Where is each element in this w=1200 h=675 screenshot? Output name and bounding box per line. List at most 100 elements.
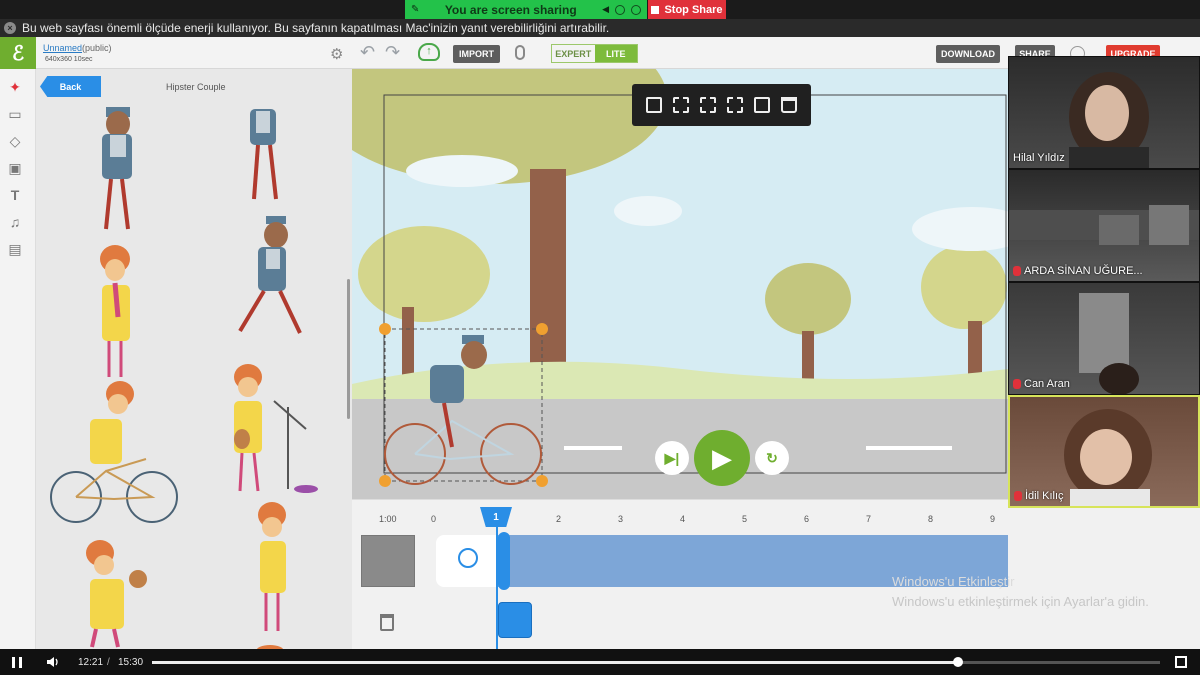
video-icon[interactable]: ▭ xyxy=(6,106,24,122)
tick-label: 0 xyxy=(431,514,437,524)
delete-scene-icon[interactable] xyxy=(380,614,394,631)
volume-icon[interactable] xyxy=(46,655,60,669)
tick-label: 8 xyxy=(928,514,934,524)
stop-share-label: Stop Share xyxy=(664,3,723,16)
participant-name: ARDA SİNAN UĞURE... xyxy=(1024,265,1143,277)
windows-activate-subtitle: Windows'u etkinleştirmek için Ayarlar'a … xyxy=(892,594,1149,609)
object-toolbar xyxy=(632,84,811,126)
music-icon[interactable]: ♫ xyxy=(6,214,24,230)
progress-bar[interactable] xyxy=(152,657,1160,667)
stop-share-button[interactable]: Stop Share xyxy=(648,0,726,19)
playhead-line xyxy=(496,524,498,650)
audio-icon[interactable]: ◀ xyxy=(602,4,609,15)
select-icon[interactable] xyxy=(699,97,716,113)
microphone-icon[interactable] xyxy=(515,45,525,60)
play-scene-icon[interactable]: ▶| xyxy=(655,441,689,475)
tick-label: 9 xyxy=(990,514,996,524)
close-warning-icon[interactable]: × xyxy=(4,22,16,34)
participant-tile[interactable]: ARDA SİNAN UĞURE... xyxy=(1008,169,1200,282)
time-separator: / xyxy=(107,657,110,668)
archive-icon[interactable]: ▤ xyxy=(6,241,24,257)
screen-sharing-indicator[interactable]: ✎ You are screen sharing ◀ xyxy=(405,0,647,19)
project-meta: 640x360 10sec xyxy=(45,56,93,63)
mode-toggle[interactable]: EXPERT LITE xyxy=(551,44,638,63)
fullscreen-icon[interactable] xyxy=(1175,656,1187,668)
tick-label: 6 xyxy=(804,514,810,524)
playback-controls: ▶| ▶ ↻ xyxy=(655,430,789,486)
mode-lite-button[interactable]: LITE xyxy=(594,45,637,62)
transition-zoom-icon[interactable] xyxy=(458,548,478,568)
muted-mic-icon xyxy=(1014,491,1022,501)
participant-name: Hilal Yıldız xyxy=(1013,152,1065,164)
character-thumb-4[interactable] xyxy=(238,216,302,334)
pause-icon[interactable] xyxy=(12,657,22,668)
character-thumb-7[interactable] xyxy=(86,540,147,648)
image-icon[interactable]: ▣ xyxy=(6,160,24,176)
participant-name-row: Can Aran xyxy=(1013,378,1070,390)
text-icon[interactable]: T xyxy=(6,187,24,203)
characters-icon[interactable]: ✦ xyxy=(6,79,24,95)
share-icon: ✎ xyxy=(411,4,420,15)
track-start-handle[interactable] xyxy=(498,532,510,590)
character-thumb-1[interactable] xyxy=(102,107,132,230)
replay-icon[interactable]: ↻ xyxy=(755,441,789,475)
mode-expert-button[interactable]: EXPERT xyxy=(552,45,595,62)
progress-fill xyxy=(152,661,959,664)
flip-icon[interactable] xyxy=(754,97,771,113)
scene-duration-label: 1:00 xyxy=(379,514,397,524)
browser-energy-warning: × Bu web sayfası önemli ölçüde enerji ku… xyxy=(0,19,1200,37)
participant-name-row: İdil Kılıç xyxy=(1014,490,1064,502)
character-thumb-2[interactable] xyxy=(250,109,278,200)
participant-name: İdil Kılıç xyxy=(1025,490,1064,502)
character-thumbnails xyxy=(50,107,318,649)
redo-icon[interactable]: ↷ xyxy=(385,42,400,63)
progress-knob[interactable] xyxy=(953,657,964,667)
character-thumb-3[interactable] xyxy=(100,245,130,377)
screen: ✎ You are screen sharing ◀ Stop Share × … xyxy=(0,0,1200,675)
library-scrollbar[interactable] xyxy=(347,279,350,419)
play-icon[interactable]: ▶ xyxy=(694,430,750,486)
participant-name-row: ARDA SİNAN UĞURE... xyxy=(1013,265,1143,277)
muted-mic-icon xyxy=(1013,266,1021,276)
duplicate-icon[interactable] xyxy=(672,97,689,113)
download-button[interactable]: DOWNLOAD xyxy=(936,45,1000,63)
character-thumb-8[interactable] xyxy=(256,502,286,649)
project-visibility: (public) xyxy=(82,43,112,53)
tick-label: 5 xyxy=(742,514,748,524)
import-button[interactable]: IMPORT xyxy=(453,45,500,63)
participant-tile[interactable]: Can Aran xyxy=(1008,282,1200,395)
tick-label: 3 xyxy=(618,514,624,524)
recording-player-bar: 12:21 / 15:30 xyxy=(0,649,1200,675)
right-timeline-area xyxy=(1008,508,1200,649)
security-icon[interactable] xyxy=(631,4,641,15)
tick-label: 4 xyxy=(680,514,686,524)
warning-text: Bu web sayfası önemli ölçüde enerji kull… xyxy=(22,21,610,35)
video-participants: Hilal Yıldız ARDA SİNAN UĞURE... Can Ara… xyxy=(1008,56,1200,508)
tick-label: 7 xyxy=(866,514,872,524)
current-time: 12:21 xyxy=(78,657,104,668)
participant-tile-active-speaker[interactable]: İdil Kılıç xyxy=(1008,395,1200,508)
pause-share-icon[interactable] xyxy=(615,4,625,15)
muted-mic-icon xyxy=(1013,379,1021,389)
project-name-link[interactable]: Unnamed xyxy=(43,43,82,53)
left-tool-rail: ✦ ▭ ◇ ▣ T ♫ ▤ xyxy=(0,69,36,649)
props-icon[interactable]: ◇ xyxy=(6,133,24,149)
upload-cloud-icon[interactable]: ↑ xyxy=(418,43,440,61)
windows-activate-title: Windows'u Etkinleştir xyxy=(892,574,1015,589)
delete-icon[interactable] xyxy=(781,97,798,113)
character-clip[interactable] xyxy=(498,602,532,638)
tick-label: 2 xyxy=(556,514,562,524)
character-thumb-6[interactable] xyxy=(234,364,318,493)
add-copy-icon[interactable] xyxy=(645,97,662,113)
swap-icon[interactable] xyxy=(727,97,744,113)
participant-tile[interactable]: Hilal Yıldız xyxy=(1008,56,1200,169)
app-logo-icon[interactable]: ℰ xyxy=(0,37,36,69)
scene-thumbnail[interactable] xyxy=(361,535,415,587)
character-thumb-5[interactable] xyxy=(50,381,178,523)
undo-icon[interactable]: ↶ xyxy=(360,42,375,63)
sharing-status-label: You are screen sharing xyxy=(444,2,577,17)
gear-icon[interactable]: ⚙ xyxy=(330,45,343,63)
participant-name: Can Aran xyxy=(1024,378,1070,390)
stop-icon xyxy=(651,5,660,14)
total-time: 15:30 xyxy=(118,657,144,668)
